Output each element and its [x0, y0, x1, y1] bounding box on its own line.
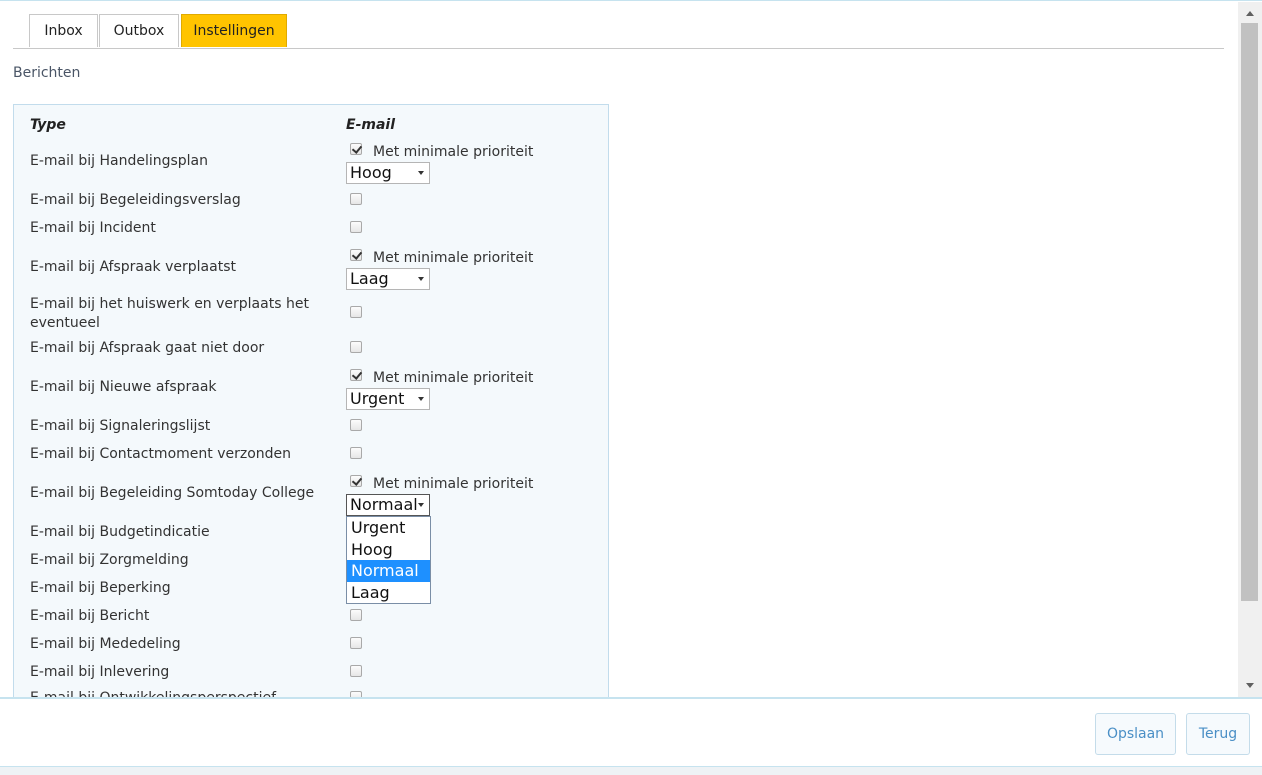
tab-inbox[interactable]: Inbox: [29, 14, 98, 47]
row-label: E-mail bij Beperking: [30, 580, 171, 596]
row-label: E-mail bij Handelingsplan: [30, 153, 209, 169]
email-checkbox[interactable]: [350, 143, 362, 155]
priority-select[interactable]: Urgent: [346, 388, 430, 410]
email-checkbox[interactable]: [350, 341, 362, 353]
priority-value: Urgent: [350, 389, 405, 408]
row-label: E-mail bij Begeleidingsverslag: [30, 192, 241, 208]
row-label: E-mail bij Afspraak gaat niet door: [30, 340, 265, 356]
email-checkbox[interactable]: [350, 475, 362, 487]
priority-value: Hoog: [350, 163, 392, 182]
tab-bar: Inbox Outbox Instellingen: [13, 14, 1224, 49]
row-label: E-mail bij Afspraak verplaatst: [30, 259, 236, 275]
priority-option-urgent[interactable]: Urgent: [347, 517, 430, 539]
row-label: E-mail bij Inlevering: [30, 664, 170, 680]
priority-select[interactable]: Hoog: [346, 162, 430, 184]
app-frame: Inbox Outbox Instellingen Berichten Type…: [0, 0, 1262, 775]
email-checkbox[interactable]: [350, 447, 362, 459]
column-header-email: E-mail: [346, 117, 396, 133]
priority-select[interactable]: Laag: [346, 268, 430, 290]
section-title: Berichten: [13, 65, 81, 81]
priority-option-normaal[interactable]: Normaal: [347, 560, 430, 582]
email-checkbox[interactable]: [350, 609, 362, 621]
chevron-down-icon: [418, 397, 424, 401]
footer-bottom-strip: [0, 766, 1262, 775]
row-label: E-mail bij Zorgmelding: [30, 552, 189, 568]
settings-panel: Type E-mail E-mail bij Handelingsplan Me…: [13, 104, 609, 697]
vertical-scrollbar[interactable]: [1238, 2, 1262, 697]
row-label: E-mail bij Begeleiding Somtoday College: [30, 485, 315, 501]
priority-checkbox-label: Met minimale prioriteit: [373, 476, 534, 492]
row-label: E-mail bij Signaleringslijst: [30, 418, 211, 434]
save-button[interactable]: Opslaan: [1095, 713, 1176, 755]
email-checkbox[interactable]: [350, 306, 362, 318]
row-label: E-mail bij Ontwikkelingsperspectief: [30, 689, 330, 697]
scrollbar-thumb[interactable]: [1241, 23, 1258, 601]
email-checkbox[interactable]: [350, 419, 362, 431]
footer-bar: Opslaan Terug: [0, 697, 1262, 769]
email-checkbox[interactable]: [350, 249, 362, 261]
row-label: E-mail bij Mededeling: [30, 636, 181, 652]
priority-select-open[interactable]: Normaal: [346, 494, 430, 516]
chevron-down-icon: [418, 503, 424, 507]
email-checkbox[interactable]: [350, 637, 362, 649]
priority-value: Normaal: [350, 495, 418, 514]
email-checkbox[interactable]: [350, 221, 362, 233]
priority-checkbox-label: Met minimale prioriteit: [373, 144, 534, 160]
priority-dropdown-list: Urgent Hoog Normaal Laag: [346, 516, 431, 604]
row-label: E-mail bij Incident: [30, 220, 156, 236]
priority-option-hoog[interactable]: Hoog: [347, 539, 430, 561]
scroll-up-arrow-icon[interactable]: [1238, 4, 1262, 24]
priority-value: Laag: [350, 269, 389, 288]
priority-option-laag[interactable]: Laag: [347, 582, 430, 604]
back-button[interactable]: Terug: [1186, 713, 1250, 755]
main-content: Inbox Outbox Instellingen Berichten Type…: [0, 2, 1238, 697]
scroll-down-arrow-icon[interactable]: [1238, 676, 1262, 696]
priority-checkbox-label: Met minimale prioriteit: [373, 250, 534, 266]
priority-checkbox-label: Met minimale prioriteit: [373, 370, 534, 386]
tab-instellingen[interactable]: Instellingen: [181, 14, 287, 47]
tab-outbox[interactable]: Outbox: [99, 14, 179, 47]
row-label: E-mail bij Contactmoment verzonden: [30, 446, 292, 462]
row-label: E-mail bij Budgetindicatie: [30, 524, 210, 540]
email-checkbox[interactable]: [350, 665, 362, 677]
column-header-type: Type: [30, 117, 66, 133]
row-label: E-mail bij het huiswerk en verplaats het…: [30, 296, 309, 331]
chevron-down-icon: [418, 277, 424, 281]
row-label: E-mail bij Nieuwe afspraak: [30, 379, 217, 395]
chevron-down-icon: [418, 171, 424, 175]
email-checkbox[interactable]: [350, 193, 362, 205]
row-label: E-mail bij Bericht: [30, 608, 150, 624]
email-checkbox[interactable]: [350, 369, 362, 381]
